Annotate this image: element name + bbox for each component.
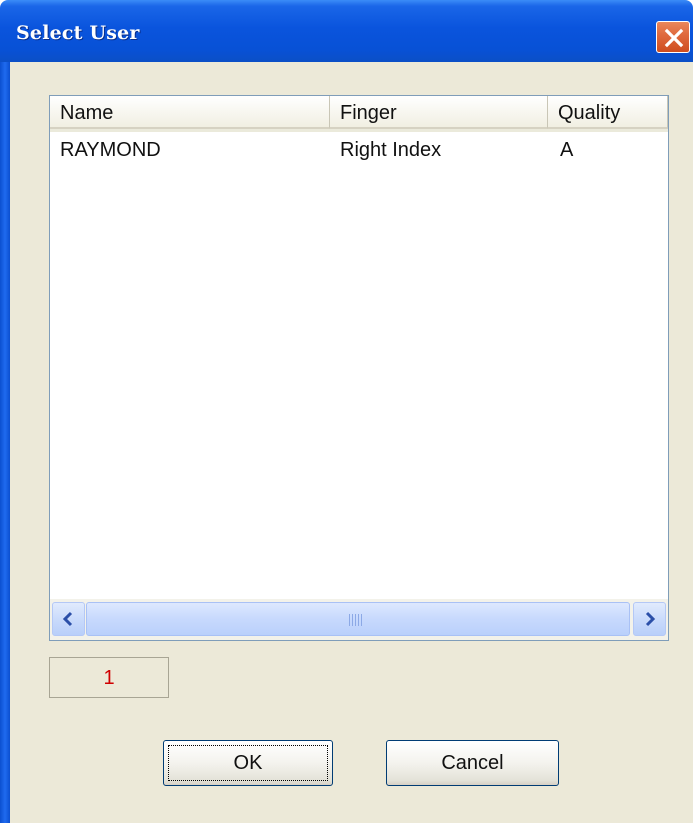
table-row[interactable]: RAYMOND Right Index A	[50, 135, 668, 165]
cell-quality: A	[560, 139, 574, 161]
arrow-left-icon	[62, 611, 73, 627]
cancel-button[interactable]: Cancel	[386, 740, 559, 786]
cell-finger: Right Index	[340, 139, 442, 161]
user-list[interactable]: Name Finger Quality RAYMOND Right Index …	[49, 95, 669, 641]
close-button[interactable]	[656, 21, 690, 53]
column-header-quality[interactable]: Quality	[548, 96, 668, 129]
arrow-right-icon	[645, 611, 656, 627]
record-count: 1	[49, 657, 169, 698]
column-header-finger[interactable]: Finger	[330, 96, 548, 129]
title-bar[interactable]: Select User	[0, 0, 693, 62]
column-header-name[interactable]: Name	[50, 96, 330, 129]
select-user-dialog: Select User Name Finger Quality RAYMOND …	[0, 0, 693, 823]
scroll-grip	[349, 614, 350, 626]
scroll-right-button[interactable]	[633, 602, 666, 636]
dialog-title: Select User	[16, 22, 140, 44]
close-icon	[664, 28, 684, 48]
cell-name: RAYMOND	[60, 139, 161, 161]
cancel-label: Cancel	[441, 752, 504, 774]
window-frame	[0, 62, 10, 823]
ok-button[interactable]: OK	[163, 740, 333, 786]
scroll-left-button[interactable]	[52, 602, 85, 636]
list-header: Name Finger Quality	[50, 96, 668, 132]
scroll-thumb[interactable]	[86, 602, 630, 636]
focus-rectangle	[168, 745, 328, 781]
horizontal-scrollbar[interactable]	[50, 599, 668, 640]
